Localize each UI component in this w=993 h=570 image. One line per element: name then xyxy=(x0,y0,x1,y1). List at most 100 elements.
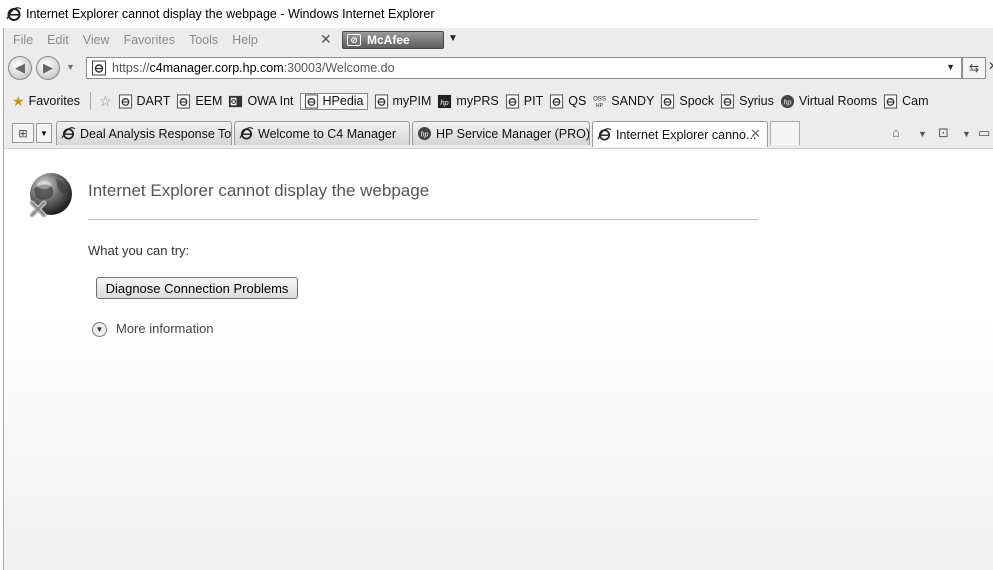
tab-ie-cannot-display[interactable]: Internet Explorer canno... ✕ xyxy=(592,121,768,147)
mcafee-dropdown-icon[interactable]: ▼ xyxy=(448,33,458,44)
browser-chrome: File Edit View Favorites Tools Help ✕ ⊘ … xyxy=(3,28,993,148)
refresh-icon: ⇆ xyxy=(968,61,980,75)
ie-page-icon xyxy=(884,93,898,109)
mcafee-button[interactable]: ⊘ McAfee xyxy=(342,31,444,49)
url-path: :30003/Welcome.do xyxy=(283,61,395,75)
fav-link-label: EEM xyxy=(195,94,223,108)
fav-link-qs[interactable]: QS xyxy=(549,93,587,109)
more-information-link[interactable]: More information xyxy=(116,321,214,336)
ie-page-icon xyxy=(374,93,388,109)
svg-text:hp: hp xyxy=(783,99,791,106)
url-host: c4manager.corp.hp.com xyxy=(149,61,284,75)
address-dropdown-icon[interactable]: ▼ xyxy=(946,62,955,72)
tab-list-dropdown[interactable]: ▼ xyxy=(36,123,52,143)
fav-link-label: PIT xyxy=(523,94,544,108)
compatibility-refresh-button[interactable]: ⇆ xyxy=(962,57,986,79)
diagnose-connection-button[interactable]: Diagnose Connection Problems xyxy=(96,277,298,299)
fav-link-sandy[interactable]: OSS HP SANDY xyxy=(592,94,654,109)
ie-page-icon xyxy=(118,93,132,109)
what-you-can-try-label: What you can try: xyxy=(88,243,190,258)
tab-row: ⊞ ▼ Deal Analysis Response Tool Welcome … xyxy=(4,119,993,147)
quick-tabs-grid-icon: ⊞ xyxy=(18,127,28,140)
mcafee-shield-icon: ⊘ xyxy=(347,34,361,46)
svg-text:hp: hp xyxy=(421,131,429,138)
svg-text:HP: HP xyxy=(596,103,604,109)
fav-link-cam[interactable]: Cam xyxy=(883,93,929,109)
menu-favorites[interactable]: Favorites xyxy=(124,33,175,47)
fav-link-label: HPedia xyxy=(322,94,364,108)
fav-link-virtual-rooms[interactable]: hp Virtual Rooms xyxy=(780,94,877,109)
url-prefix: https:// xyxy=(112,61,150,75)
ie-page-icon xyxy=(597,128,612,141)
title-divider xyxy=(88,219,758,220)
menu-tools[interactable]: Tools xyxy=(189,33,218,47)
ie-page-icon xyxy=(61,127,76,140)
fav-link-syrius[interactable]: Syrius xyxy=(720,93,774,109)
oss-icon: OSSHP xyxy=(593,95,606,109)
svg-text:hp: hp xyxy=(441,97,449,106)
fav-link-dart[interactable]: DART xyxy=(118,93,171,109)
back-arrow-icon: ◀ xyxy=(15,60,25,75)
tab-deal-analysis[interactable]: Deal Analysis Response Tool xyxy=(56,121,232,145)
stop-icon[interactable]: ✕ xyxy=(988,59,993,73)
tab-hp-service-manager[interactable]: hp HP Service Manager (PRO)... xyxy=(412,121,590,145)
network-error-globe-icon xyxy=(29,173,72,218)
fav-link-label: QS xyxy=(568,94,587,108)
ie-page-icon xyxy=(304,93,318,109)
address-bar[interactable]: https://c4manager.corp.hp.com:30003/Welc… xyxy=(86,57,962,79)
fav-link-label: Virtual Rooms xyxy=(798,94,878,108)
rss-feeds-icon[interactable]: ⊡ xyxy=(938,125,949,141)
favorites-bar: ★ Favorites ☆ DART EEM OWA Int HPedia my… xyxy=(4,88,993,114)
menu-file[interactable]: File xyxy=(13,33,33,47)
recent-pages-dropdown-icon[interactable]: ▼ xyxy=(66,62,75,72)
print-icon[interactable]: ▭ xyxy=(978,125,990,141)
ie-page-icon xyxy=(177,93,191,109)
tab-label: HP Service Manager (PRO)... xyxy=(436,126,590,141)
tab-welcome-c4[interactable]: Welcome to C4 Manager xyxy=(234,121,410,145)
hp-logo-icon: hp xyxy=(438,94,452,108)
window-titlebar: Internet Explorer cannot display the web… xyxy=(0,0,993,28)
favorites-separator xyxy=(89,92,91,110)
svg-text:OSS: OSS xyxy=(593,95,606,102)
toolbar-close-icon[interactable]: ✕ xyxy=(320,31,332,48)
back-button[interactable]: ◀ xyxy=(8,56,32,80)
fav-link-myprs[interactable]: hp myPRS xyxy=(437,94,499,109)
fav-link-label: myPRS xyxy=(456,94,499,108)
home-icon[interactable]: ⌂ xyxy=(892,125,900,140)
tab-label: Welcome to C4 Manager xyxy=(258,126,397,141)
chevron-down-icon: ▼ xyxy=(40,128,48,138)
menu-view[interactable]: View xyxy=(83,33,110,47)
menu-bar: File Edit View Favorites Tools Help ✕ ⊘ … xyxy=(4,28,993,52)
fav-link-label: myPIM xyxy=(392,94,432,108)
feeds-dropdown-icon[interactable]: ▼ xyxy=(962,129,971,139)
fav-link-hpedia[interactable]: HPedia xyxy=(299,92,368,110)
fav-link-owa-int[interactable]: OWA Int xyxy=(228,94,294,109)
ie-page-icon xyxy=(550,93,564,109)
menu-edit[interactable]: Edit xyxy=(47,33,69,47)
address-row: ◀ ▶ ▼ https://c4manager.corp.hp.com:3000… xyxy=(4,55,993,83)
fav-link-mypim[interactable]: myPIM xyxy=(374,93,432,109)
fav-link-spock[interactable]: Spock xyxy=(660,93,714,109)
fav-link-pit[interactable]: PIT xyxy=(505,93,544,109)
error-title: Internet Explorer cannot display the web… xyxy=(88,181,430,200)
menu-help[interactable]: Help xyxy=(232,33,258,47)
tab-label: Internet Explorer canno... xyxy=(616,127,757,142)
ie-page-icon xyxy=(721,93,735,109)
favorites-button[interactable]: Favorites xyxy=(29,94,80,108)
home-dropdown-icon[interactable]: ▼ xyxy=(918,129,927,139)
fav-link-eem[interactable]: EEM xyxy=(176,93,223,109)
fav-link-label: Cam xyxy=(902,94,929,108)
ie-logo-icon xyxy=(6,7,22,21)
forward-button[interactable]: ▶ xyxy=(36,56,60,80)
favorites-star-icon[interactable]: ★ xyxy=(12,93,25,110)
ie-page-icon xyxy=(92,60,106,76)
fav-link-label: DART xyxy=(136,94,171,108)
expand-chevron-icon[interactable]: ▼ xyxy=(92,322,107,337)
page-content: Internet Explorer cannot display the web… xyxy=(3,148,993,570)
quick-tabs-button[interactable]: ⊞ xyxy=(12,123,34,143)
add-favorite-icon[interactable]: ☆ xyxy=(99,93,112,110)
ie-page-icon xyxy=(661,93,675,109)
new-tab-button[interactable] xyxy=(770,121,800,145)
tab-close-icon[interactable]: ✕ xyxy=(750,126,761,142)
fav-link-label: SANDY xyxy=(611,94,655,108)
